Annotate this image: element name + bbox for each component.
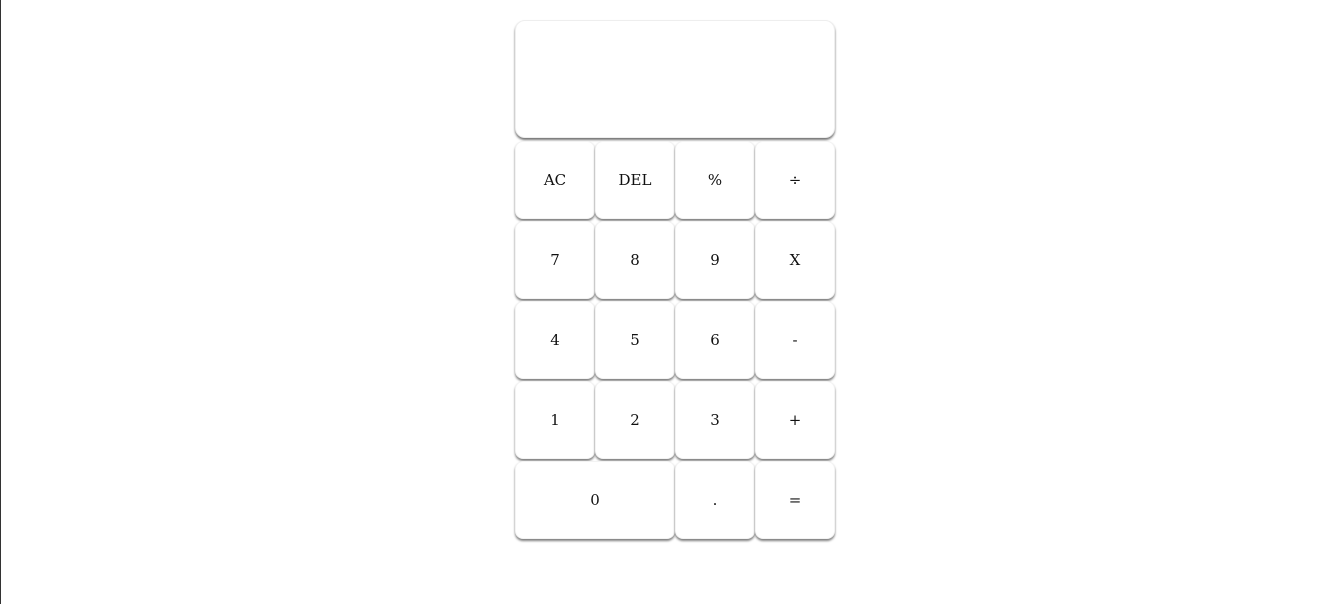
- digit-4-button[interactable]: 4: [515, 301, 595, 379]
- divide-button[interactable]: ÷: [755, 141, 835, 219]
- digit-0-button[interactable]: 0: [515, 461, 675, 539]
- equals-button[interactable]: =: [755, 461, 835, 539]
- digit-3-button[interactable]: 3: [675, 381, 755, 459]
- add-button[interactable]: +: [755, 381, 835, 459]
- multiply-button[interactable]: X: [755, 221, 835, 299]
- digit-2-button[interactable]: 2: [595, 381, 675, 459]
- digit-1-button[interactable]: 1: [515, 381, 595, 459]
- subtract-button[interactable]: -: [755, 301, 835, 379]
- digit-6-button[interactable]: 6: [675, 301, 755, 379]
- decimal-button[interactable]: .: [675, 461, 755, 539]
- delete-button[interactable]: DEL: [595, 141, 675, 219]
- digit-9-button[interactable]: 9: [675, 221, 755, 299]
- digit-7-button[interactable]: 7: [515, 221, 595, 299]
- digit-8-button[interactable]: 8: [595, 221, 675, 299]
- calculator-display: [515, 20, 835, 138]
- percent-button[interactable]: %: [675, 141, 755, 219]
- all-clear-button[interactable]: AC: [515, 141, 595, 219]
- window-left-border: [0, 0, 1, 604]
- digit-5-button[interactable]: 5: [595, 301, 675, 379]
